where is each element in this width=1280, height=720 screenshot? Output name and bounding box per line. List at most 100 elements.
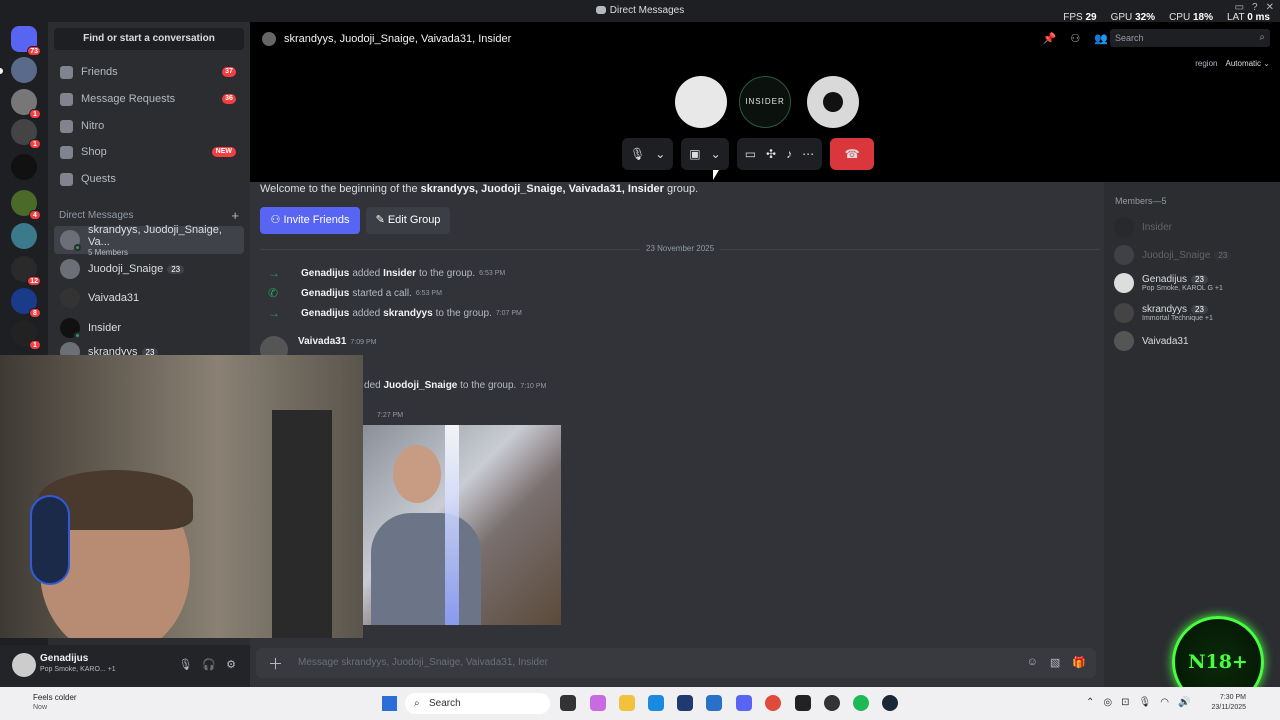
message-timestamp: 7:27 PM bbox=[377, 412, 404, 419]
app-icon[interactable] bbox=[706, 695, 722, 711]
add-attachment-icon[interactable]: ＋ bbox=[268, 653, 283, 674]
activities-icon[interactable]: ✣ bbox=[766, 147, 776, 161]
nav-shop[interactable]: Shop NEW bbox=[54, 140, 244, 164]
nitro-badge: 23 bbox=[1191, 305, 1208, 314]
notification-badge: 12 bbox=[27, 276, 41, 286]
headphones-icon[interactable]: 🎧 bbox=[202, 658, 216, 671]
image-attachment[interactable] bbox=[363, 425, 561, 625]
server-icon[interactable] bbox=[11, 223, 37, 249]
chevron-down-icon[interactable]: ⌄ bbox=[711, 147, 721, 161]
avatar bbox=[60, 259, 80, 279]
find-conversation-button[interactable]: Find or start a conversation bbox=[54, 28, 244, 50]
invite-friends-button[interactable]: ⚇ Invite Friends bbox=[260, 207, 360, 234]
participant-tile[interactable] bbox=[807, 76, 859, 128]
add-friend-icon[interactable]: ⚇ bbox=[1070, 32, 1080, 45]
invite-icon: ⚇ bbox=[270, 214, 284, 226]
gif-icon[interactable]: ▧ bbox=[1050, 656, 1060, 669]
user-avatar[interactable] bbox=[12, 653, 36, 677]
gear-icon[interactable]: ⚙ bbox=[226, 658, 236, 671]
members-icon[interactable]: 👥 bbox=[1094, 32, 1108, 45]
tray-icon[interactable]: ◎ bbox=[1103, 697, 1112, 708]
app-icon[interactable] bbox=[560, 695, 576, 711]
search-input[interactable]: Search ⌕ bbox=[1110, 29, 1270, 47]
server-icon[interactable]: 12 bbox=[11, 256, 41, 286]
gift-icon[interactable]: 🎁 bbox=[1072, 656, 1086, 669]
chevron-up-icon[interactable]: ⌃ bbox=[1086, 697, 1094, 708]
chevron-down-icon[interactable]: ⌄ bbox=[655, 147, 665, 161]
count-badge: 37 bbox=[222, 67, 236, 77]
nav-friends[interactable]: Friends 37 bbox=[54, 60, 244, 84]
member-item[interactable]: Genadijus 23 Pop Smoke, KAROL G +1 bbox=[1114, 270, 1274, 296]
search-icon: ⌕ bbox=[414, 698, 420, 709]
server-icon[interactable]: 4 bbox=[11, 190, 41, 220]
participant-tile[interactable] bbox=[675, 76, 727, 128]
new-badge: NEW bbox=[211, 147, 236, 157]
camera-button[interactable]: ▣ ⌄ bbox=[681, 138, 729, 170]
screen-share-icon[interactable]: ▭ bbox=[745, 147, 756, 161]
nav-message-requests[interactable]: Message Requests 36 bbox=[54, 87, 244, 111]
system-message: ✆ Genadijus started a call. 6:53 PM bbox=[268, 286, 442, 300]
close-icon[interactable]: ✕ bbox=[1266, 2, 1274, 13]
folder-icon[interactable] bbox=[619, 695, 635, 711]
edit-group-button[interactable]: ✎ Edit Group bbox=[366, 207, 450, 234]
chrome-icon[interactable] bbox=[765, 695, 781, 711]
avatar bbox=[60, 288, 80, 308]
dm-header: Direct Messages + bbox=[59, 208, 239, 223]
weather-widget[interactable]: Feels colder Now bbox=[33, 693, 77, 713]
emoji-icon[interactable]: ☺ bbox=[1027, 656, 1038, 669]
app-icon[interactable] bbox=[824, 695, 840, 711]
dm-item[interactable]: Vaivada31 bbox=[54, 284, 244, 312]
dm-item-group[interactable]: skrandyys, Juodoji_Snaige, Va... 5 Member… bbox=[54, 224, 244, 257]
discord-icon[interactable] bbox=[736, 695, 752, 711]
network-icon[interactable]: ⊡ bbox=[1121, 697, 1129, 708]
inbox-icon[interactable]: ▭ bbox=[1235, 2, 1244, 13]
help-icon[interactable]: ? bbox=[1252, 2, 1258, 13]
steam-icon[interactable] bbox=[882, 695, 898, 711]
app-icon[interactable] bbox=[677, 695, 693, 711]
mic-button[interactable]: 🎙 ⌄ bbox=[622, 138, 674, 170]
discord-icon bbox=[595, 6, 606, 14]
volume-icon[interactable]: 🔊 bbox=[1178, 697, 1190, 708]
disconnect-button[interactable]: ☎ bbox=[830, 138, 875, 170]
phone-icon: ✆ bbox=[268, 286, 279, 300]
server-icon[interactable]: 1 bbox=[11, 119, 41, 149]
wifi-icon[interactable]: ◠ bbox=[1160, 697, 1169, 708]
server-icon[interactable]: 1 bbox=[11, 320, 41, 350]
spotify-icon[interactable] bbox=[853, 695, 869, 711]
header-toolbar: 📌 ⚇ 👥 bbox=[1043, 32, 1108, 45]
app-icon[interactable] bbox=[590, 695, 606, 711]
nav-quests[interactable]: Quests bbox=[54, 167, 244, 191]
message-composer[interactable]: ＋ Message skrandyys, Juodoji_Snaige, Vai… bbox=[256, 648, 1096, 678]
soundboard-icon[interactable]: ♪ bbox=[786, 147, 792, 161]
taskbar-search[interactable]: ⌕ Search bbox=[405, 693, 550, 714]
participant-tile[interactable]: INSIDER bbox=[739, 76, 791, 128]
notification-badge: 73 bbox=[27, 46, 41, 56]
member-item[interactable]: Vaivada31 bbox=[1114, 328, 1274, 354]
pin-icon[interactable]: 📌 bbox=[1043, 32, 1057, 45]
member-item[interactable]: Juodoji_Snaige 23 bbox=[1114, 242, 1274, 268]
avatar bbox=[1114, 245, 1134, 265]
edge-icon[interactable] bbox=[648, 695, 664, 711]
member-item[interactable]: Insider bbox=[1114, 214, 1274, 240]
server-icon[interactable]: 8 bbox=[11, 288, 41, 318]
mic-icon[interactable]: 🎙 bbox=[1139, 697, 1152, 708]
more-icon[interactable]: ⋯ bbox=[802, 147, 814, 161]
server-icon[interactable] bbox=[11, 57, 37, 83]
server-icon[interactable] bbox=[11, 154, 37, 180]
dm-item[interactable]: Juodoji_Snaige 23 bbox=[54, 255, 244, 283]
mic-icon[interactable]: 🎙 bbox=[178, 658, 192, 671]
clock[interactable]: 7:30 PM 23/11/2025 bbox=[1211, 693, 1246, 713]
server-icon[interactable]: 1 bbox=[11, 89, 41, 119]
app-icon[interactable] bbox=[795, 695, 811, 711]
avatar bbox=[60, 230, 81, 251]
start-button[interactable] bbox=[382, 696, 397, 711]
create-dm-icon[interactable]: + bbox=[231, 208, 239, 223]
nitro-badge: 23 bbox=[1214, 250, 1232, 260]
system-tray: ⌃ ◎ ⊡ 🎙 ◠ 🔊 bbox=[1086, 697, 1190, 708]
hang-up-icon: ☎ bbox=[844, 147, 860, 161]
member-item[interactable]: skrandyys 23 Immortal Technique +1 bbox=[1114, 300, 1274, 326]
region-selector[interactable]: region Automatic ⌄ bbox=[1195, 59, 1270, 68]
mail-icon bbox=[60, 92, 73, 106]
nav-nitro[interactable]: Nitro bbox=[54, 114, 244, 138]
home-button[interactable]: 73 bbox=[11, 26, 41, 56]
